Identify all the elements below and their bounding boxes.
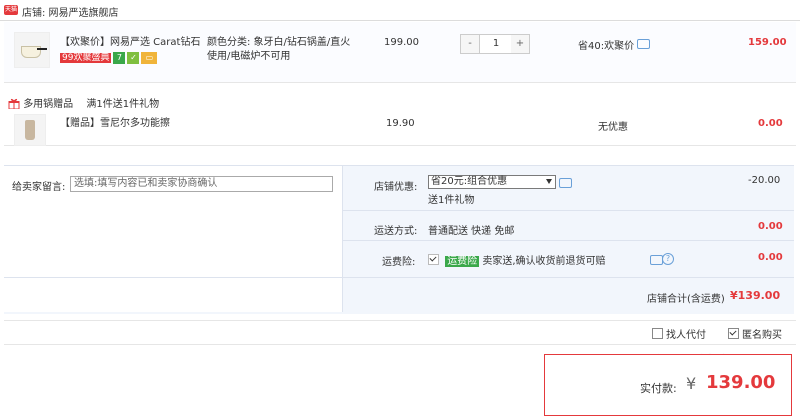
seven-day-return-icon: 7 — [113, 52, 126, 64]
gift-icon — [8, 98, 20, 110]
product-title[interactable]: 【欢聚价】网易严选 Carat钻石... — [60, 36, 200, 50]
quantity-input[interactable]: 1 — [479, 35, 513, 53]
row-divider — [343, 240, 794, 241]
product-spec: 颜色分类: 象牙白/钻石锅盖/直火 使用/电磁炉不可用 — [207, 36, 357, 64]
item-discount-label: 省40:欢聚价 — [578, 41, 635, 52]
message-input[interactable]: 选填:填写内容已和卖家协商确认 — [70, 176, 333, 192]
shop-total-label: 店铺合计(含运费) — [647, 294, 725, 305]
promo-badge: 99欢聚盛典 — [60, 53, 112, 63]
pay-for-other-option[interactable]: 找人代付 — [652, 326, 706, 341]
shop-discount-select[interactable]: 省20元:组合优惠 — [428, 175, 556, 189]
shop-discount-value: -20.00 — [748, 175, 781, 186]
shop-name[interactable]: 店铺: 网易严选旗舰店 — [22, 4, 119, 19]
shipping-label: 运送方式: — [374, 226, 418, 237]
quantity-stepper: - 1 + — [460, 34, 530, 54]
shop-total-value: ¥139.00 — [730, 289, 781, 302]
shop-discount-label: 店铺优惠: — [374, 182, 418, 193]
gift-thumbnail[interactable] — [14, 114, 46, 146]
quantity-increase-button[interactable]: + — [511, 35, 529, 53]
anonymous-label: 匿名购买 — [742, 330, 782, 341]
shop-discount-selected: 省20元:组合优惠 — [431, 176, 508, 187]
guarantee-icon: ✓ — [127, 52, 140, 64]
quantity-decrease-button[interactable]: - — [461, 35, 479, 53]
item-discount: 省40:欢聚价 — [578, 37, 651, 52]
shipping-method: 普通配送 快递 免邮 — [428, 226, 515, 237]
bottom-divider-2 — [4, 344, 796, 345]
shop-discount-note: 送1件礼物 — [428, 195, 475, 206]
anonymous-option[interactable]: 匿名购买 — [728, 326, 782, 341]
anonymous-checkbox[interactable] — [728, 328, 739, 339]
credit-card-icon: ▭ — [141, 52, 158, 64]
insurance-badge: 运费险 — [445, 256, 480, 267]
insurance-label: 运费险: — [382, 257, 416, 268]
header-divider — [0, 20, 800, 21]
chat-icon[interactable] — [637, 39, 651, 49]
shop-discount-info-icon[interactable] — [559, 178, 572, 188]
insurance-checkbox[interactable] — [428, 254, 439, 265]
currency-symbol: ¥ — [686, 374, 697, 393]
gift-subtotal: 0.00 — [758, 118, 783, 129]
pay-for-other-checkbox[interactable] — [652, 328, 663, 339]
shipping-value: 0.00 — [758, 221, 783, 232]
unit-price: 199.00 — [384, 37, 419, 48]
gift-price: 19.90 — [386, 118, 415, 129]
insurance-value: 0.00 — [758, 252, 783, 263]
insurance-row: 运费险 卖家送,确认收货前退货可赔 — [428, 252, 606, 267]
pay-for-other-label: 找人代付 — [666, 330, 706, 341]
row-divider — [343, 210, 794, 211]
help-icon[interactable]: ? — [662, 253, 674, 265]
actual-payment-value: 139.00 — [706, 372, 776, 393]
total-divider — [4, 277, 794, 278]
product-thumbnail[interactable] — [14, 32, 50, 68]
spec-line-2: 使用/电磁炉不可用 — [207, 51, 291, 62]
tmall-shop-icon: 天猫 — [4, 5, 18, 15]
gift-product-shape — [25, 120, 35, 140]
dropdown-arrow-icon — [546, 179, 552, 184]
pan-handle-shape — [37, 48, 47, 50]
insurance-chat-icon[interactable] — [650, 255, 663, 265]
gift-title[interactable]: 【赠品】雪尼尔多功能擦 — [60, 117, 170, 131]
gift-discount: 无优惠 — [598, 122, 628, 133]
message-label: 给卖家留言: — [12, 182, 66, 193]
options-divider — [342, 166, 343, 312]
spec-line-1: 颜色分类: 象牙白/钻石锅盖/直火 — [207, 37, 351, 48]
gift-section-header: 多用锅赠品 满1件送1件礼物 — [8, 95, 159, 110]
bottom-divider — [4, 320, 796, 321]
insurance-text: 卖家送,确认收货前退货可赔 — [482, 256, 606, 267]
item-subtotal: 159.00 — [748, 37, 787, 48]
actual-payment-label: 实付款: — [640, 382, 677, 395]
promo-badges: 99欢聚盛典 7 ✓ ▭ — [60, 52, 158, 64]
